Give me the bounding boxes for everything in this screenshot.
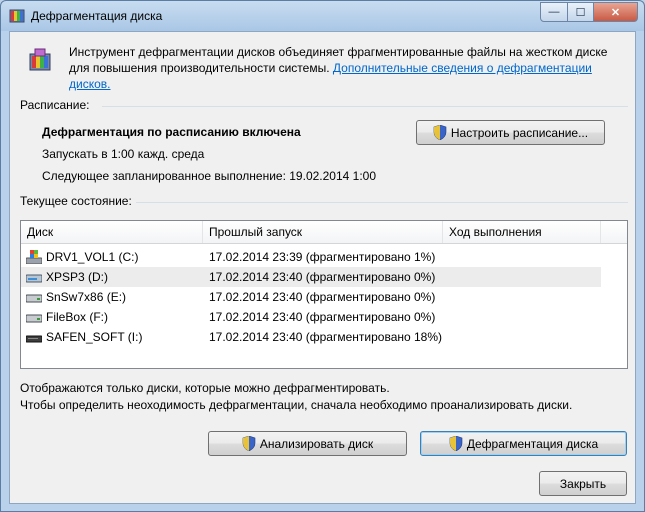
hard-drive-icon [26, 274, 42, 283]
column-disk[interactable]: Диск [21, 221, 203, 243]
disk-name: SnSw7x86 (E:) [46, 290, 127, 304]
disk-row[interactable]: DRV1_VOL1 (C:) 17.02.2014 23:39 (фрагмен… [21, 247, 601, 267]
disk-row[interactable]: FileBox (F:) 17.02.2014 23:40 (фрагменти… [21, 307, 601, 327]
disk-last-run: 17.02.2014 23:40 (фрагментировано 0%) [209, 270, 436, 284]
title-bar[interactable]: Дефрагментация диска — ☐ ✕ [1, 1, 644, 31]
disk-last-run: 17.02.2014 23:39 (фрагментировано 1%) [209, 250, 436, 264]
configure-schedule-label: Настроить расписание... [450, 125, 589, 140]
minimize-button[interactable]: — [540, 2, 568, 22]
disk-row[interactable]: SnSw7x86 (E:) 17.02.2014 23:40 (фрагмент… [21, 287, 601, 307]
current-state-group-label: Текущее состояние: [20, 194, 136, 208]
schedule-status: Дефрагментация по расписанию включена [42, 125, 301, 139]
close-icon: ✕ [610, 6, 621, 19]
windows-drive-icon [26, 250, 42, 264]
schedule-divider [102, 106, 628, 107]
schedule-run-time: Запускать в 1:00 кажд. среда [42, 147, 205, 161]
close-window-button[interactable]: ✕ [594, 2, 638, 22]
defragment-disk-label: Дефрагментация диска [466, 436, 599, 451]
uac-shield-icon [449, 436, 463, 451]
maximize-button[interactable]: ☐ [568, 2, 594, 22]
close-button[interactable]: Закрыть [539, 471, 627, 496]
defrag-app-icon [9, 9, 25, 23]
window-title: Дефрагментация диска [31, 9, 163, 23]
intro-text: Инструмент дефрагментации дисков объедин… [69, 44, 629, 92]
disk-list[interactable]: Диск Прошлый запуск Ход выполнения DRV1_… [20, 220, 628, 369]
disk-row[interactable]: SAFEN_SOFT (I:) 17.02.2014 23:40 (фрагме… [21, 327, 601, 347]
usb-drive-icon [26, 335, 42, 343]
disk-name: XPSP3 (D:) [46, 270, 109, 284]
disk-name: FileBox (F:) [46, 310, 109, 324]
minimize-icon: — [548, 6, 560, 18]
disk-name: SAFEN_SOFT (I:) [46, 330, 143, 344]
disk-last-run: 17.02.2014 23:40 (фрагментировано 18%) [209, 330, 443, 344]
disk-list-header: Диск Прошлый запуск Ход выполнения [21, 221, 627, 244]
uac-shield-icon [433, 125, 447, 140]
current-state-divider [135, 202, 628, 203]
column-progress[interactable]: Ход выполнения [443, 221, 601, 243]
analyze-disk-button[interactable]: Анализировать диск [208, 431, 407, 456]
hard-drive-icon [26, 294, 42, 303]
configure-schedule-button[interactable]: Настроить расписание... [416, 120, 605, 145]
hard-drive-icon [26, 314, 42, 323]
defrag-window: Дефрагментация диска — ☐ ✕ Инструмент де… [0, 0, 645, 512]
schedule-next-run: Следующее запланированное выполнение: 19… [42, 169, 377, 183]
maximize-icon: ☐ [575, 6, 586, 19]
dialog-body: Инструмент дефрагментации дисков объедин… [9, 31, 636, 504]
caption-buttons: — ☐ ✕ [540, 2, 638, 22]
note-line-2: Чтобы определить неоходимость дефрагмент… [20, 398, 573, 412]
uac-shield-icon [242, 436, 256, 451]
disk-row[interactable]: XPSP3 (D:) 17.02.2014 23:40 (фрагментиро… [21, 267, 601, 287]
analyze-disk-label: Анализировать диск [259, 436, 374, 451]
note-line-1: Отображаются только диски, которые можно… [20, 381, 390, 395]
close-label: Закрыть [559, 476, 607, 491]
disk-last-run: 17.02.2014 23:40 (фрагментировано 0%) [209, 290, 436, 304]
defragment-disk-button[interactable]: Дефрагментация диска [420, 431, 627, 456]
schedule-group-label: Расписание: [20, 98, 94, 112]
disk-last-run: 17.02.2014 23:40 (фрагментировано 0%) [209, 310, 436, 324]
defrag-header-icon [29, 48, 51, 71]
column-last-run[interactable]: Прошлый запуск [203, 221, 443, 243]
disk-name: DRV1_VOL1 (C:) [46, 250, 139, 264]
